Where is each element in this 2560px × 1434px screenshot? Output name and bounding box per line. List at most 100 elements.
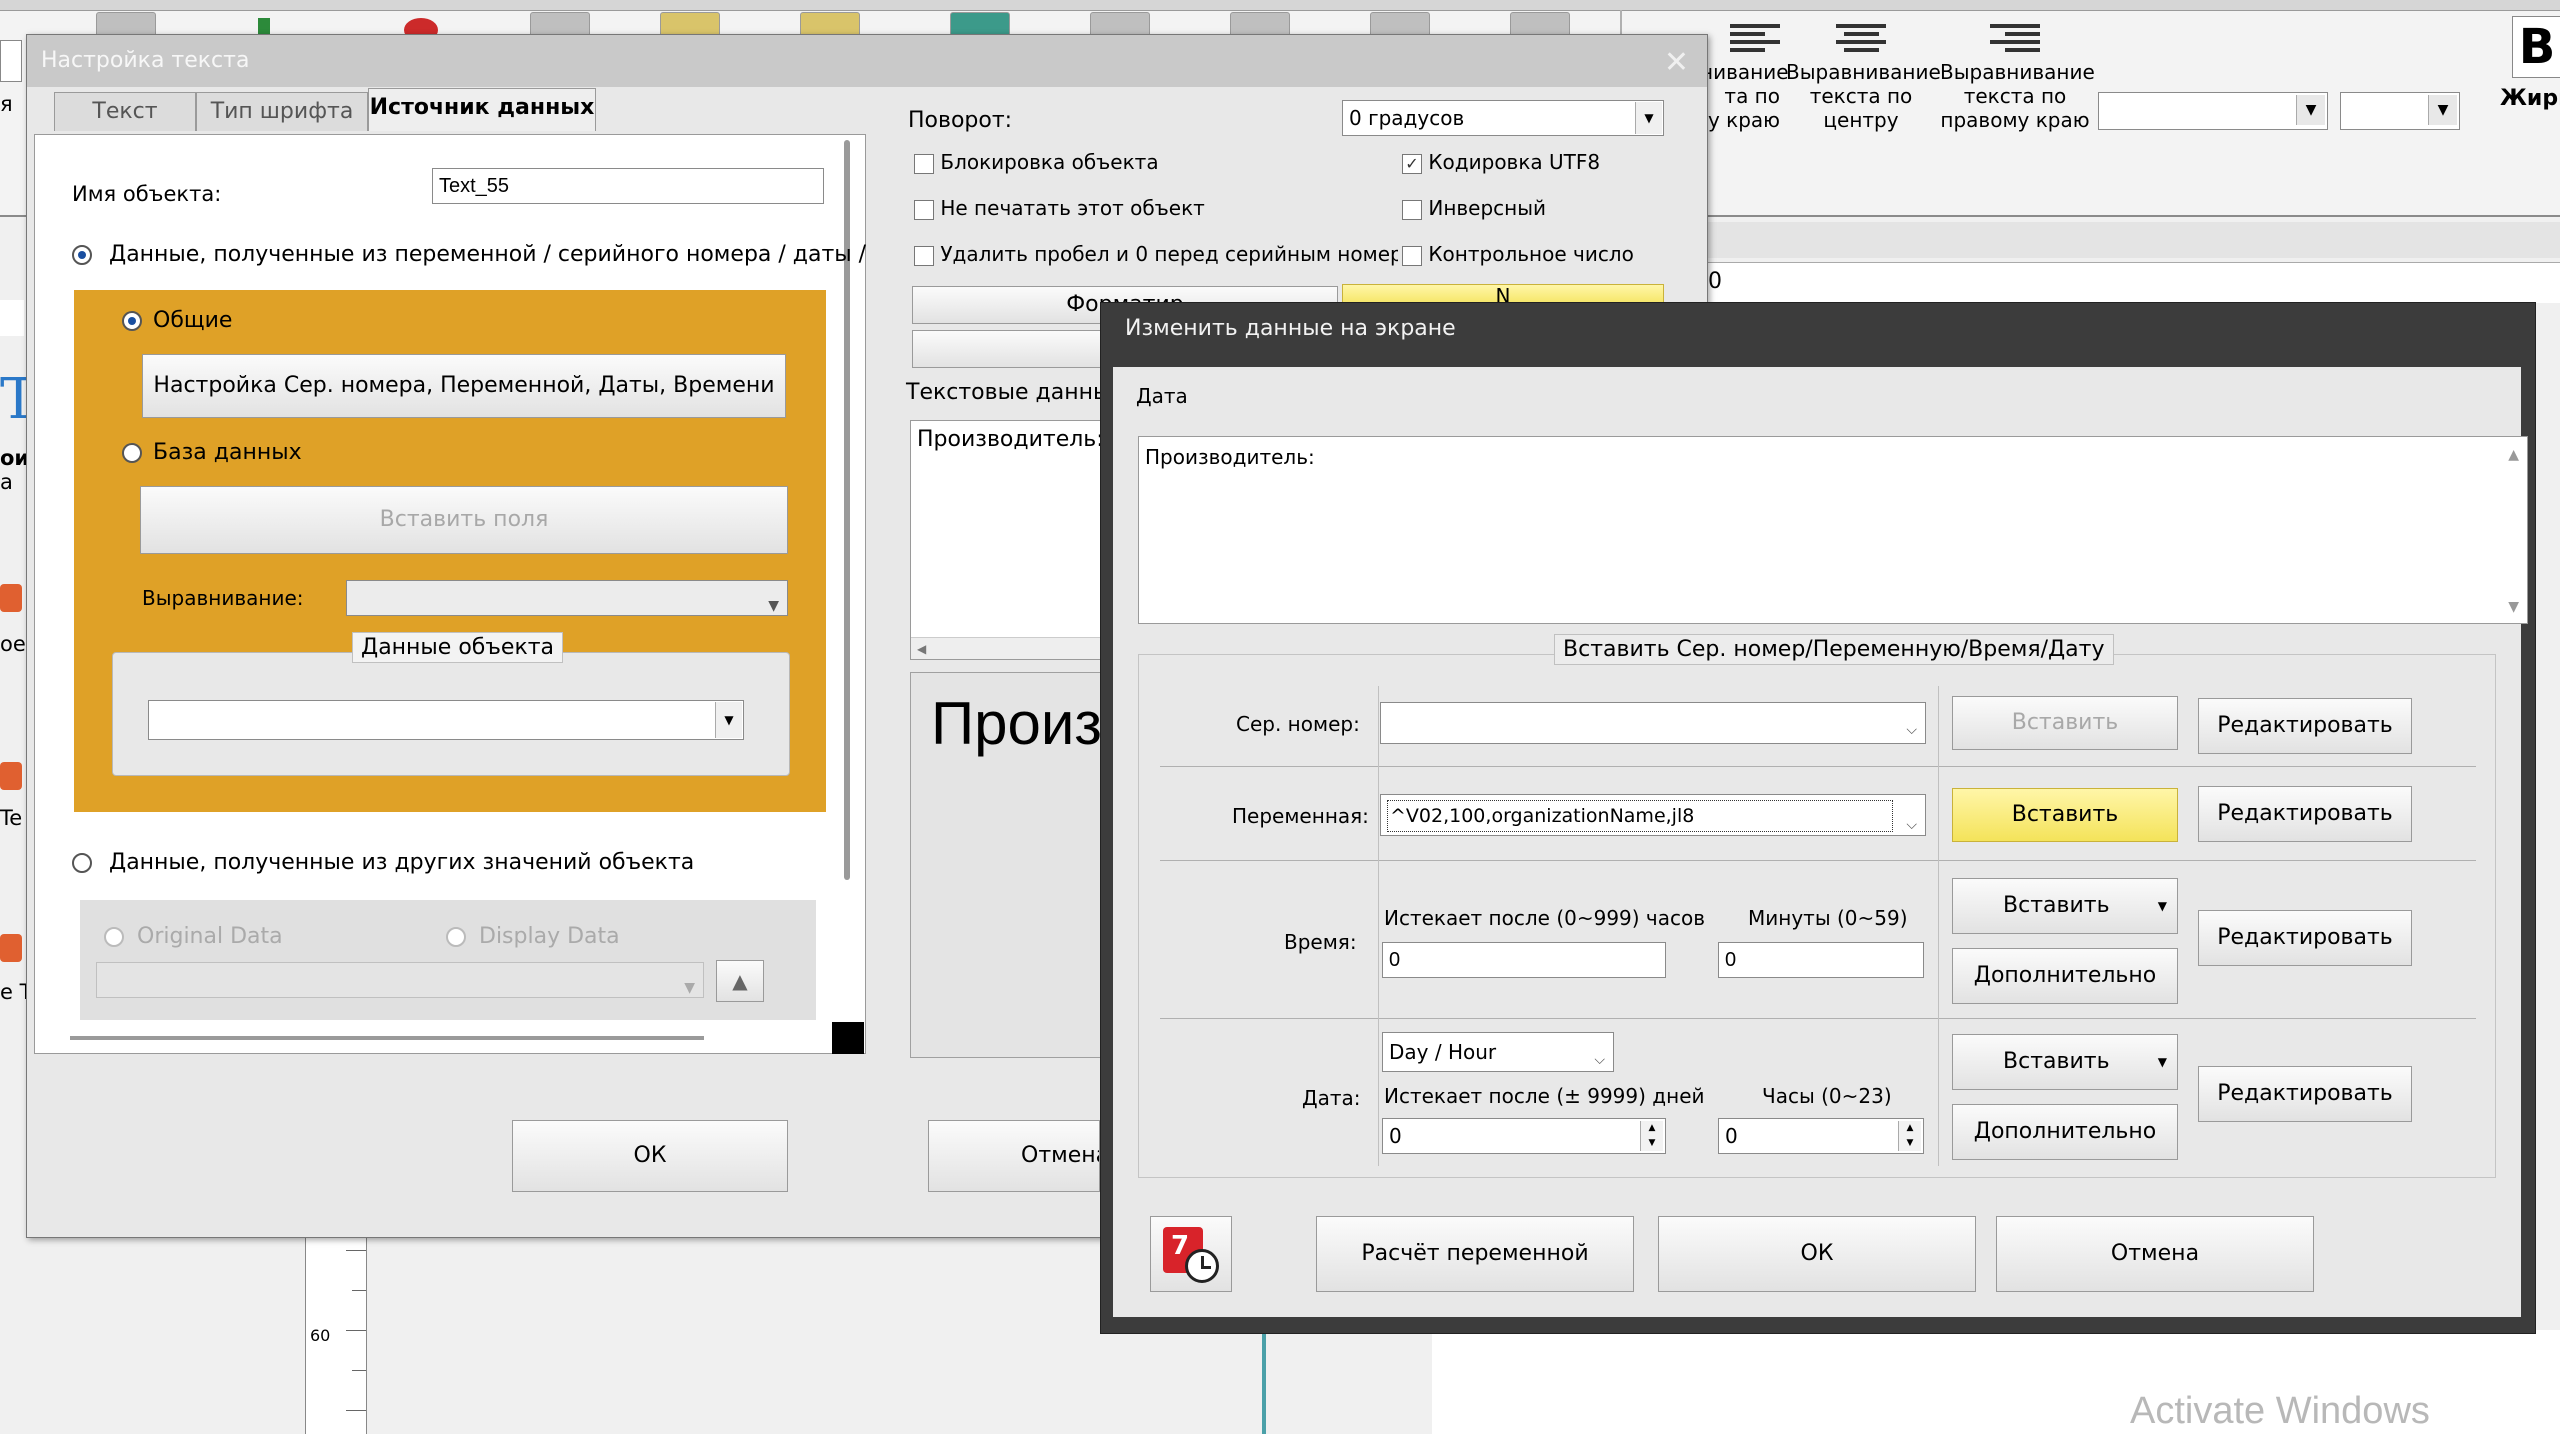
date-days-input[interactable]: 0 ▲ ▼ <box>1382 1118 1666 1154</box>
time-minutes-input[interactable] <box>1718 942 1924 978</box>
dropdown-arrow-icon: ▼ <box>2157 899 2167 913</box>
chevron-down-icon[interactable]: ▼ <box>715 702 742 738</box>
radio-from-variable[interactable] <box>72 245 92 265</box>
time-hours-input[interactable] <box>1382 942 1666 978</box>
spin-up-icon[interactable]: ▲ <box>1899 1121 1921 1136</box>
spin-down-icon[interactable]: ▼ <box>1641 1136 1663 1151</box>
no-print-option[interactable]: Не печатать этот объект <box>914 196 1205 220</box>
tool-icon[interactable] <box>0 762 22 790</box>
calendar-clock-button[interactable]: 7 <box>1150 1216 1232 1292</box>
serial-select[interactable]: ⌵ <box>1380 702 1926 744</box>
close-icon[interactable]: ✕ <box>1664 45 1689 80</box>
bold-button[interactable]: B <box>2512 16 2560 78</box>
checksum-checkbox[interactable] <box>1402 245 1422 266</box>
radio-from-variable-option[interactable]: Данные, полученные из переменной / серий… <box>72 242 866 267</box>
align-center-button[interactable]: Выравнивание текста по центру <box>1786 20 1941 132</box>
remove-space-checkbox[interactable] <box>914 245 934 266</box>
ok-button[interactable]: ОК <box>512 1120 788 1192</box>
tab-font-type[interactable]: Тип шрифта <box>196 92 368 131</box>
radio-other-objects-option[interactable]: Данные, полученные из других значений об… <box>72 850 694 875</box>
hours-spinner[interactable]: ▲ ▼ <box>1898 1121 1921 1151</box>
remove-space-option[interactable]: Удалить пробел и 0 перед серийным номеро… <box>914 242 1398 266</box>
time-additional-button[interactable]: Дополнительно <box>1952 948 2178 1004</box>
chevron-down-icon: ⌵ <box>1906 722 1917 738</box>
tab-text[interactable]: Текст <box>54 92 196 131</box>
date-insert-button[interactable]: Вставить ▼ <box>1952 1034 2178 1090</box>
inverse-label: Инверсный <box>1428 196 1547 220</box>
utf8-option[interactable]: ✓ Кодировка UTF8 <box>1402 150 1600 174</box>
h-scrollbar[interactable]: ◀ <box>911 637 1101 659</box>
date-additional-button[interactable]: Дополнительно <box>1952 1104 2178 1160</box>
date-hours-input[interactable]: 0 ▲ ▼ <box>1718 1118 1924 1154</box>
radio-from-variable-label: Данные, полученные из переменной / серий… <box>109 242 867 267</box>
setup-serial-variable-button[interactable]: Настройка Сер. номера, Переменной, Даты,… <box>142 354 786 418</box>
left-toolbar-item[interactable] <box>0 40 22 82</box>
chevron-down-icon[interactable]: ▼ <box>1635 102 1662 134</box>
date-edit-button[interactable]: Редактировать <box>2198 1066 2412 1122</box>
move-up-button[interactable]: ▲ <box>716 960 764 1002</box>
object-data-select[interactable]: ▼ <box>148 700 744 740</box>
tab-data-source[interactable]: Источник данных <box>368 88 596 131</box>
vertical-ruler: 60 <box>305 1230 367 1434</box>
object-name-input[interactable] <box>432 168 824 204</box>
cancel-button[interactable]: Отмена <box>1996 1216 2314 1292</box>
property-field[interactable]: 0 <box>1706 262 2560 303</box>
radio-database[interactable] <box>122 443 142 463</box>
align-right-button[interactable]: Выравнивание текста по правому краю <box>1940 20 2095 132</box>
panel-h-scrollbar[interactable] <box>70 1036 704 1040</box>
chevron-down-icon[interactable]: ▼ <box>2296 95 2325 125</box>
content-value: Производитель: <box>1145 445 1315 469</box>
ok-button[interactable]: ОК <box>1658 1216 1976 1292</box>
time-insert-button[interactable]: Вставить ▼ <box>1952 878 2178 934</box>
arrow-down-icon[interactable]: ▼ <box>2508 599 2519 615</box>
date-unit-select[interactable]: Day / Hour ⌵ <box>1382 1032 1614 1072</box>
radio-general[interactable] <box>122 311 142 331</box>
radio-general-option[interactable]: Общие <box>122 308 232 333</box>
radio-original-data[interactable] <box>104 927 124 947</box>
variable-insert-button[interactable]: Вставить <box>1952 788 2178 842</box>
days-spinner[interactable]: ▲ ▼ <box>1640 1121 1663 1151</box>
lock-object-option[interactable]: Блокировка объекта <box>914 150 1159 174</box>
rotation-select[interactable]: 0 градусов ▼ <box>1342 100 1664 136</box>
arrow-up-icon[interactable]: ▲ <box>2508 447 2519 463</box>
spin-up-icon[interactable]: ▲ <box>1641 1121 1663 1136</box>
text-data-textarea[interactable]: Производитель: ◀ <box>910 420 1104 660</box>
original-data-option[interactable]: Original Data <box>104 924 283 949</box>
tool-icon[interactable] <box>0 934 22 962</box>
radio-general-label: Общие <box>153 308 233 333</box>
calc-variable-button[interactable]: Расчёт переменной <box>1316 1216 1634 1292</box>
checksum-label: Контрольное число <box>1428 242 1634 266</box>
time-minutes-label: Минуты (0~59) <box>1748 906 1908 930</box>
lock-object-checkbox[interactable] <box>914 153 934 174</box>
align-right-label-2: текста по <box>1963 84 2067 108</box>
row-separator <box>1160 766 2476 767</box>
content-textarea[interactable]: Производитель: ▲ ▼ <box>1138 436 2528 624</box>
align-left-button[interactable]: нивание та по у краю <box>1700 20 1789 132</box>
chevron-down-icon[interactable]: ▼ <box>2428 95 2457 125</box>
tool-icon[interactable] <box>0 584 22 612</box>
utf8-checkbox[interactable]: ✓ <box>1402 153 1422 174</box>
variable-select[interactable]: ^V02,100,organizationName,jl8 ⌵ <box>1380 794 1926 836</box>
remove-space-label: Удалить пробел и 0 перед серийным номеро… <box>940 242 1398 266</box>
spin-down-icon[interactable]: ▼ <box>1899 1136 1921 1151</box>
radio-display-data[interactable] <box>446 927 466 947</box>
inverse-checkbox[interactable] <box>1402 199 1422 220</box>
time-edit-button[interactable]: Редактировать <box>2198 910 2412 966</box>
original-data-label: Original Data <box>137 924 283 949</box>
radio-database-option[interactable]: База данных <box>122 440 302 465</box>
radio-other-objects[interactable] <box>72 853 92 873</box>
inverse-option[interactable]: Инверсный <box>1402 196 1546 220</box>
insert-fields-button[interactable]: Вставить поля <box>140 486 788 554</box>
object-list-select[interactable]: ▼ <box>96 962 704 998</box>
size-combo[interactable]: ▼ <box>2340 92 2460 130</box>
display-data-option[interactable]: Display Data <box>446 924 620 949</box>
vertical-scrollbar[interactable]: ▲ ▼ <box>2497 437 2527 623</box>
serial-edit-button[interactable]: Редактировать <box>2198 698 2412 754</box>
alignment-select[interactable]: ▼ <box>346 580 788 616</box>
serial-insert-button[interactable]: Вставить <box>1952 696 2178 750</box>
checksum-option[interactable]: Контрольное число <box>1402 242 1634 266</box>
variable-edit-button[interactable]: Редактировать <box>2198 786 2412 842</box>
cancel-button[interactable]: Отмена <box>928 1120 1100 1192</box>
no-print-checkbox[interactable] <box>914 199 934 220</box>
font-combo[interactable]: ▼ <box>2098 92 2328 130</box>
